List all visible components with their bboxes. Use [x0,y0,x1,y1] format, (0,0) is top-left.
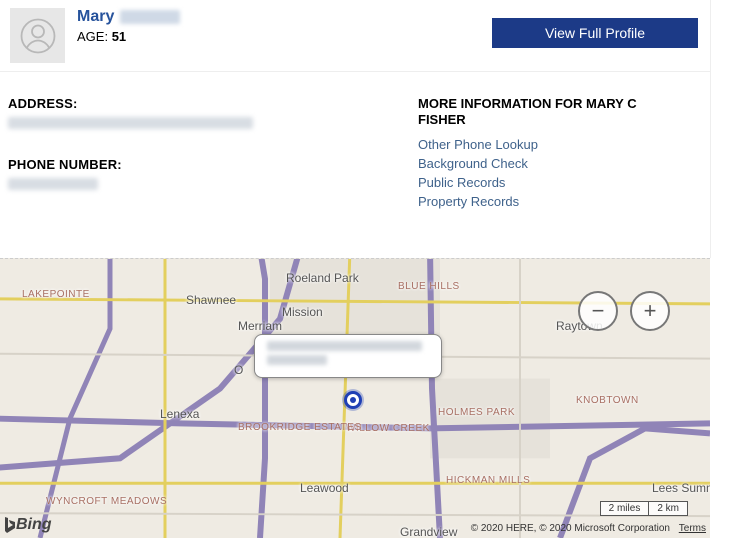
right-gutter [710,0,734,258]
map-label-hickman: HICKMAN MILLS [446,475,530,486]
redacted-address-value [8,117,253,129]
phone-label: PHONE NUMBER: [8,157,418,172]
map-label-shawnee: Shawnee [186,293,236,307]
map[interactable]: Roeland Park Shawnee Mission Merriam O L… [0,258,710,538]
person-icon [20,18,56,54]
map-copyright: © 2020 HERE, © 2020 Microsoft Corporatio… [471,523,706,534]
redacted-phone-value [8,178,98,190]
age-value: 51 [112,29,126,44]
map-label-lenexa: Lenexa [160,407,199,421]
redacted-popup-line-2 [267,355,327,365]
map-marker[interactable] [344,391,362,409]
redacted-popup-line-1 [267,341,422,351]
map-label-leawood: Leawood [300,481,349,495]
map-provider-text: Bing [16,516,52,534]
map-label-holmes-park: HOLMES PARK [438,407,515,418]
scale-miles: 2 miles [600,501,649,516]
map-provider-logo: Bing [2,516,52,534]
person-summary-card: Mary AGE: 51 View Full Profile [0,0,734,72]
redacted-name-remainder [120,10,180,24]
zoom-out-button[interactable]: − [578,291,618,331]
more-info-heading: MORE INFORMATION FOR MARY C FISHER [418,96,666,129]
age-label: AGE: [77,29,108,44]
map-label-wyncroft: WYNCROFT MEADOWS [46,497,167,507]
terms-link[interactable]: Terms [679,523,706,534]
map-scale: 2 miles 2 km [600,501,688,516]
map-label-knobtown: KNOBTOWN [576,395,639,406]
map-popup [254,334,442,378]
map-label-overland: O [234,363,243,377]
link-background-check[interactable]: Background Check [418,156,666,171]
copyright-text: © 2020 HERE, © 2020 Microsoft Corporatio… [471,523,670,534]
scale-km: 2 km [648,501,688,516]
view-full-profile-button[interactable]: View Full Profile [492,18,698,48]
map-label-lees-summit: Lees Summ [652,481,710,495]
map-label-lakepointe: LAKEPOINTE [22,289,90,300]
link-property-records[interactable]: Property Records [418,194,666,209]
address-label: ADDRESS: [8,96,418,111]
map-label-roeland-park: Roeland Park [286,271,359,285]
map-label-grandview: Grandview [400,525,457,538]
more-info-prefix: MORE INFORMATION FOR [418,96,586,111]
link-public-records[interactable]: Public Records [418,175,666,190]
avatar [10,8,65,63]
map-label-merriam: Merriam [238,319,282,333]
more-info-links: Other Phone Lookup Background Check Publ… [418,137,666,209]
person-name: Mary [77,8,114,26]
bing-icon [2,516,16,534]
map-label-blue-hills: BLUE HILLS [398,281,460,292]
details-section: ADDRESS: PHONE NUMBER: MORE INFORMATION … [0,72,734,221]
map-label-mission: Mission [282,305,323,319]
zoom-in-button[interactable]: + [630,291,670,331]
map-label-brookridge: BROOKRIDGE ESTATES [238,423,362,433]
link-other-phone-lookup[interactable]: Other Phone Lookup [418,137,666,152]
